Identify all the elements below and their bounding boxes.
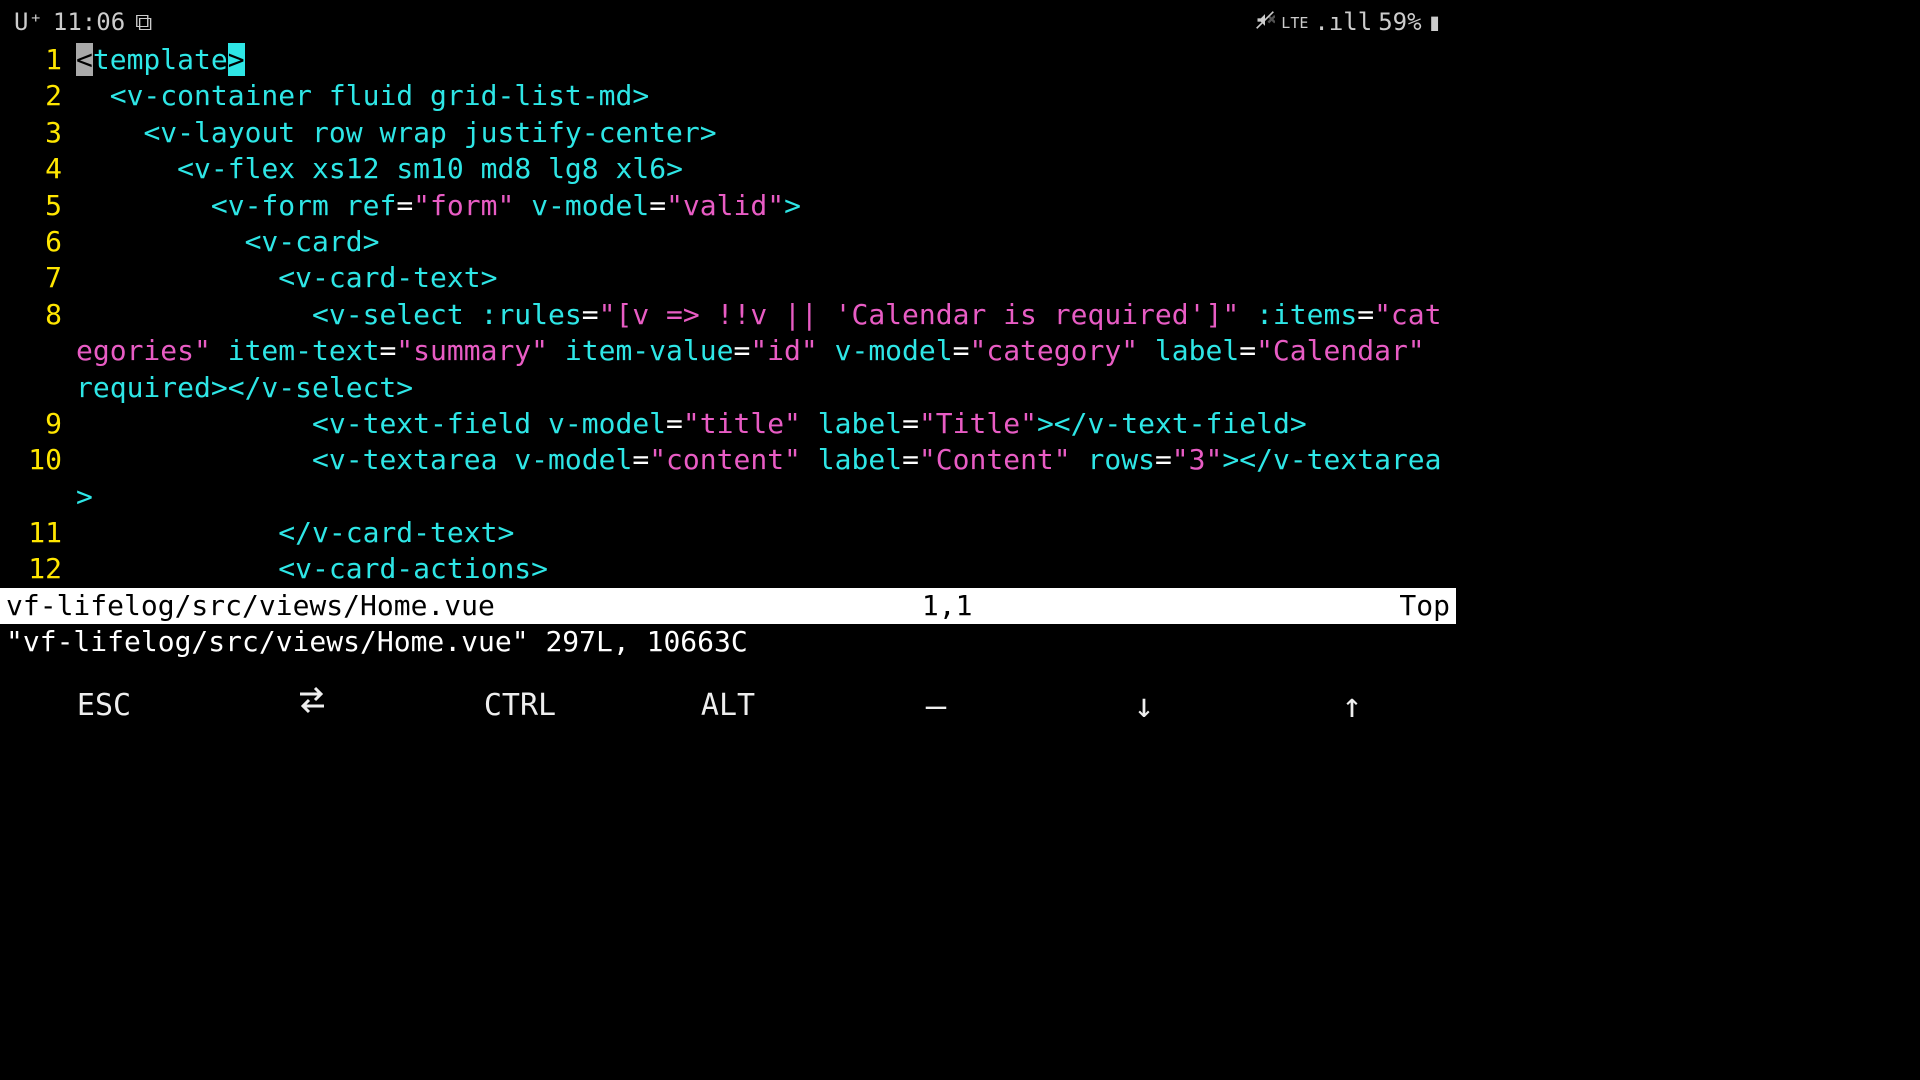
code-content[interactable]: <v-text-field v-model="title" label="Tit…	[76, 406, 1452, 442]
code-content[interactable]: <template>	[76, 42, 1452, 78]
status-right: LTE .ıll 59% ▮	[1255, 7, 1442, 38]
line-number: 4	[4, 151, 76, 187]
code-line[interactable]: 2 <v-container fluid grid-list-md>	[4, 78, 1452, 114]
battery-icon: ▮	[1428, 7, 1442, 38]
code-content[interactable]: <v-textarea v-model="content" label="Con…	[76, 442, 1452, 515]
mute-icon	[1255, 7, 1275, 38]
code-line[interactable]: 9 <v-text-field v-model="title" label="T…	[4, 406, 1452, 442]
code-content[interactable]: </v-card-text>	[76, 515, 1452, 551]
code-editor[interactable]: 1<template>2 <v-container fluid grid-lis…	[0, 42, 1456, 588]
code-content[interactable]: <v-flex xs12 sm10 md8 lg8 xl6>	[76, 151, 1452, 187]
carrier-label: U⁺	[14, 7, 43, 38]
extra-keys-row: ESC CTRL ALT — ↓ ↑	[0, 661, 1456, 751]
line-number: 7	[4, 260, 76, 296]
code-line[interactable]: 4 <v-flex xs12 sm10 md8 lg8 xl6>	[4, 151, 1452, 187]
status-scroll: Top	[1399, 588, 1450, 624]
key-esc[interactable]: ESC	[0, 686, 208, 725]
key-tab[interactable]	[208, 682, 416, 729]
code-line[interactable]: 5 <v-form ref="form" v-model="valid">	[4, 188, 1452, 224]
app-indicator-icon: ⧉	[135, 7, 152, 38]
line-number: 2	[4, 78, 76, 114]
code-line[interactable]: 11 </v-card-text>	[4, 515, 1452, 551]
line-number: 5	[4, 188, 76, 224]
code-line[interactable]: 6 <v-card>	[4, 224, 1452, 260]
code-content[interactable]: <v-container fluid grid-list-md>	[76, 78, 1452, 114]
line-number: 8	[4, 297, 76, 333]
code-line[interactable]: 10 <v-textarea v-model="content" label="…	[4, 442, 1452, 515]
vim-command-line: "vf-lifelog/src/views/Home.vue" 297L, 10…	[0, 624, 1456, 660]
code-line[interactable]: 1<template>	[4, 42, 1452, 78]
key-alt[interactable]: ALT	[624, 686, 832, 725]
key-up[interactable]: ↑	[1248, 684, 1456, 728]
status-position: 1,1	[922, 588, 973, 624]
line-number: 10	[4, 442, 76, 478]
code-line[interactable]: 8 <v-select :rules="[v => !!v || 'Calend…	[4, 297, 1452, 406]
line-number: 6	[4, 224, 76, 260]
signal-icon: .ıll	[1314, 7, 1372, 38]
code-content[interactable]: <v-card-actions>	[76, 551, 1452, 587]
line-number: 9	[4, 406, 76, 442]
status-left: U⁺ 11:06 ⧉	[14, 7, 152, 38]
battery-percent: 59%	[1378, 7, 1421, 38]
status-file: vf-lifelog/src/views/Home.vue	[6, 588, 495, 624]
network-label: LTE	[1281, 16, 1308, 31]
code-content[interactable]: <v-select :rules="[v => !!v || 'Calendar…	[76, 297, 1452, 406]
code-content[interactable]: <v-card-text>	[76, 260, 1452, 296]
code-content[interactable]: <v-card>	[76, 224, 1452, 260]
key-down[interactable]: ↓	[1040, 684, 1248, 728]
line-number: 3	[4, 115, 76, 151]
code-content[interactable]: <v-form ref="form" v-model="valid">	[76, 188, 1452, 224]
line-number: 1	[4, 42, 76, 78]
line-number: 12	[4, 551, 76, 587]
code-line[interactable]: 7 <v-card-text>	[4, 260, 1452, 296]
code-line[interactable]: 3 <v-layout row wrap justify-center>	[4, 115, 1452, 151]
vim-status-line: vf-lifelog/src/views/Home.vue 1,1 Top	[0, 588, 1456, 624]
line-number: 11	[4, 515, 76, 551]
key-ctrl[interactable]: CTRL	[416, 686, 624, 725]
clock-label: 11:06	[53, 7, 125, 38]
code-line[interactable]: 12 <v-card-actions>	[4, 551, 1452, 587]
android-status-bar: U⁺ 11:06 ⧉ LTE .ıll 59% ▮	[0, 0, 1456, 42]
code-content[interactable]: <v-layout row wrap justify-center>	[76, 115, 1452, 151]
key-dash[interactable]: —	[832, 684, 1040, 728]
